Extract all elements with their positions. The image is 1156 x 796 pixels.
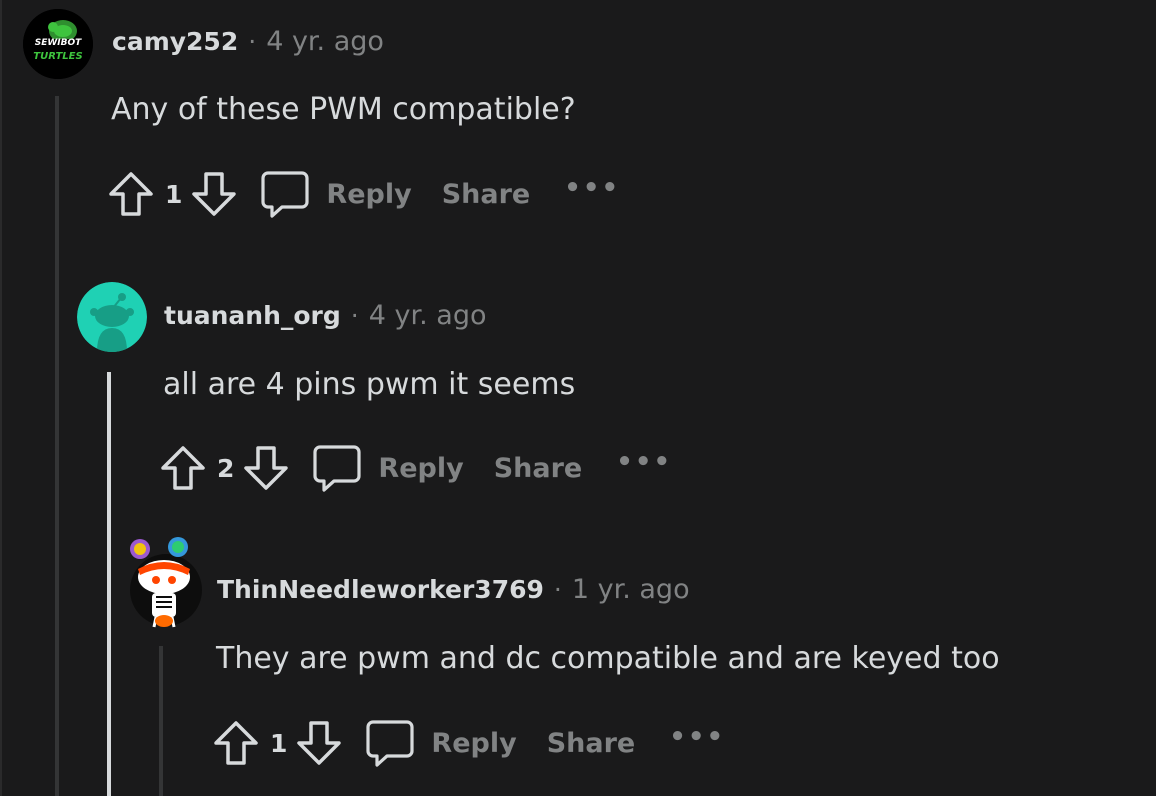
separator-dot: ·	[553, 575, 562, 604]
snoo-skeleton-avatar-icon	[130, 537, 202, 628]
speech-bubble-icon[interactable]	[312, 443, 362, 493]
comment-actions: 2 Reply Share •••	[159, 443, 672, 493]
speech-bubble-icon[interactable]	[365, 718, 415, 768]
timestamp[interactable]: 1 yr. ago	[572, 574, 690, 605]
upvote-arrow-icon[interactable]	[212, 719, 260, 767]
share-button[interactable]: Share	[494, 453, 583, 484]
speech-bubble-icon[interactable]	[260, 169, 310, 219]
timestamp[interactable]: 4 yr. ago	[369, 300, 487, 331]
author-name[interactable]: camy252	[112, 27, 238, 56]
avatar-logo-text-bottom: TURTLES	[33, 51, 83, 62]
avatar-logo-text-top: SEWIBOT	[34, 38, 82, 48]
thread-line-thinneedleworker[interactable]	[159, 646, 163, 796]
comment-meta: tuananh_org · 4 yr. ago	[164, 300, 486, 331]
vote-score: 2	[217, 453, 235, 483]
downvote-arrow-icon[interactable]	[242, 444, 290, 492]
comment-actions: 1 Reply Share •••	[212, 718, 725, 768]
comment-actions: 1 Reply Share •••	[107, 169, 620, 219]
comment-body: They are pwm and dc compatible and are k…	[216, 641, 1000, 676]
thread-line-tuananh-org[interactable]	[107, 372, 111, 796]
comment-body: Any of these PWM compatible?	[111, 92, 576, 127]
separator-dot: ·	[248, 27, 257, 56]
comment-body: all are 4 pins pwm it seems	[163, 367, 576, 402]
downvote-arrow-icon[interactable]	[190, 170, 238, 218]
avatar[interactable]	[128, 535, 204, 631]
snoo-avatar-icon	[77, 282, 147, 352]
avatar[interactable]: SEWIBOT TURTLES	[23, 9, 93, 79]
reply-button[interactable]: Reply	[378, 453, 463, 484]
ellipsis-icon[interactable]: •••	[564, 173, 620, 203]
reply-button[interactable]: Reply	[431, 728, 516, 759]
upvote-arrow-icon[interactable]	[107, 170, 155, 218]
avatar[interactable]	[77, 282, 147, 352]
ellipsis-icon[interactable]: •••	[669, 722, 725, 752]
thread-line-camy252[interactable]	[55, 96, 59, 796]
share-button[interactable]: Share	[547, 728, 636, 759]
vote-score: 1	[270, 728, 288, 758]
timestamp[interactable]: 4 yr. ago	[266, 26, 384, 57]
comment-meta: ThinNeedleworker3769 · 1 yr. ago	[217, 574, 690, 605]
upvote-arrow-icon[interactable]	[159, 444, 207, 492]
ellipsis-icon[interactable]: •••	[616, 447, 672, 477]
vote-score: 1	[165, 179, 183, 209]
share-button[interactable]: Share	[442, 179, 531, 210]
separator-dot: ·	[350, 301, 359, 330]
author-name[interactable]: tuananh_org	[164, 301, 341, 330]
reply-button[interactable]: Reply	[326, 179, 411, 210]
author-name[interactable]: ThinNeedleworker3769	[217, 575, 544, 604]
outer-thread-line	[0, 0, 2, 796]
comment-meta: camy252 · 4 yr. ago	[112, 26, 384, 57]
downvote-arrow-icon[interactable]	[295, 719, 343, 767]
